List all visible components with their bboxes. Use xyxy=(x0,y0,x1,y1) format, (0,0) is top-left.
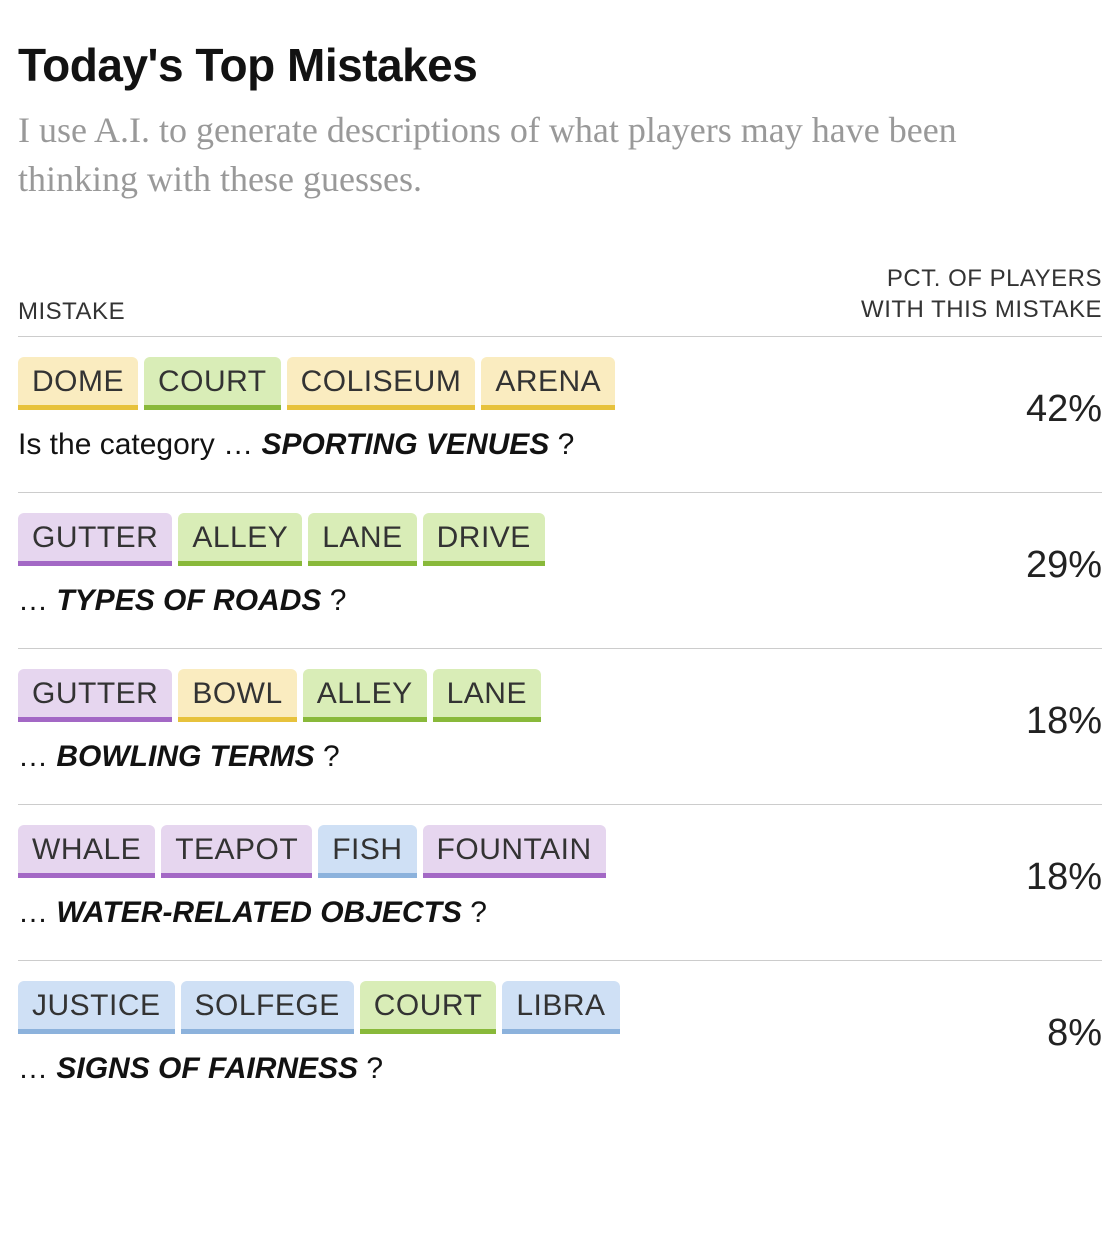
tile-group: GUTTERBOWLALLEYLANE xyxy=(18,669,1006,722)
intro-text: I use A.I. to generate descriptions of w… xyxy=(18,106,1078,203)
pct-value: 42% xyxy=(1006,388,1102,431)
guess-line: … TYPES OF ROADS ? xyxy=(18,584,1006,618)
guess-prefix: … xyxy=(18,740,56,773)
word-tile: JUSTICE xyxy=(18,981,175,1034)
word-tile: DOME xyxy=(18,357,138,410)
guess-category: BOWLING TERMS xyxy=(56,740,314,773)
guess-suffix: ? xyxy=(462,896,487,929)
tile-group: GUTTERALLEYLANEDRIVE xyxy=(18,513,1006,566)
pct-value: 8% xyxy=(1027,1012,1102,1055)
word-tile: COURT xyxy=(144,357,281,410)
word-tile: GUTTER xyxy=(18,513,172,566)
word-tile: SOLFEGE xyxy=(181,981,354,1034)
guess-suffix: ? xyxy=(358,1052,383,1085)
guess-suffix: ? xyxy=(321,584,346,617)
word-tile: ALLEY xyxy=(178,513,302,566)
guess-category: TYPES OF ROADS xyxy=(56,584,321,617)
table-header: MISTAKE PCT. OF PLAYERS WITH THIS MISTAK… xyxy=(18,263,1102,336)
header-pct-line2: WITH THIS MISTAKE xyxy=(861,294,1102,325)
mistake-left: JUSTICESOLFEGECOURTLIBRA … SIGNS OF FAIRN… xyxy=(18,981,1027,1086)
pct-value: 18% xyxy=(1006,700,1102,743)
word-tile: FOUNTAIN xyxy=(423,825,606,878)
word-tile: BOWL xyxy=(178,669,296,722)
guess-prefix: … xyxy=(18,896,56,929)
mistake-row: JUSTICESOLFEGECOURTLIBRA … SIGNS OF FAIRN… xyxy=(18,961,1102,1116)
mistake-row: GUTTERBOWLALLEYLANE… BOWLING TERMS ?18% xyxy=(18,649,1102,805)
pct-value: 29% xyxy=(1006,544,1102,587)
mistake-row: WHALETEAPOTFISHFOUNTAIN … WATER-RELATED O… xyxy=(18,805,1102,961)
header-pct-line1: PCT. OF PLAYERS xyxy=(861,263,1102,294)
word-tile: FISH xyxy=(318,825,416,878)
header-mistake: MISTAKE xyxy=(18,298,125,326)
pct-value: 18% xyxy=(1006,856,1102,899)
page-title: Today's Top Mistakes xyxy=(18,38,1102,92)
word-tile: ARENA xyxy=(481,357,615,410)
word-tile: LIBRA xyxy=(502,981,619,1034)
mistake-row: GUTTERALLEYLANEDRIVE… TYPES OF ROADS ?29… xyxy=(18,493,1102,649)
word-tile: COURT xyxy=(360,981,497,1034)
guess-suffix: ? xyxy=(549,428,574,461)
word-tile: DRIVE xyxy=(423,513,545,566)
guess-prefix: Is the category … xyxy=(18,428,261,461)
word-tile: GUTTER xyxy=(18,669,172,722)
tile-group: DOMECOURTCOLISEUMARENA xyxy=(18,357,1006,410)
guess-category: SPORTING VENUES xyxy=(261,428,549,461)
word-tile: ALLEY xyxy=(303,669,427,722)
guess-suffix: ? xyxy=(315,740,340,773)
guess-category: SIGNS OF FAIRNESS xyxy=(56,1052,358,1085)
guess-line: … SIGNS OF FAIRNESS ? xyxy=(18,1052,1027,1086)
word-tile: COLISEUM xyxy=(287,357,476,410)
mistake-left: GUTTERALLEYLANEDRIVE … TYPES OF ROADS ? xyxy=(18,513,1006,618)
mistake-left: DOMECOURTCOLISEUMARENA Is the category … … xyxy=(18,357,1006,462)
word-tile: WHALE xyxy=(18,825,155,878)
guess-category: WATER-RELATED OBJECTS xyxy=(56,896,462,929)
mistake-rows: DOMECOURTCOLISEUMARENAIs the category … … xyxy=(18,337,1102,1116)
mistake-left: GUTTERBOWLALLEYLANE … BOWLING TERMS ? xyxy=(18,669,1006,774)
word-tile: LANE xyxy=(433,669,541,722)
word-tile: TEAPOT xyxy=(161,825,312,878)
guess-prefix: … xyxy=(18,1052,56,1085)
header-pct: PCT. OF PLAYERS WITH THIS MISTAKE xyxy=(861,263,1102,325)
tile-group: WHALETEAPOTFISHFOUNTAIN xyxy=(18,825,1006,878)
guess-prefix: … xyxy=(18,584,56,617)
tile-group: JUSTICESOLFEGECOURTLIBRA xyxy=(18,981,1027,1034)
word-tile: LANE xyxy=(308,513,416,566)
mistake-row: DOMECOURTCOLISEUMARENA Is the category … … xyxy=(18,337,1102,493)
guess-line: Is the category … SPORTING VENUES ? xyxy=(18,428,1006,462)
guess-line: … WATER-RELATED OBJECTS ? xyxy=(18,896,1006,930)
guess-line: … BOWLING TERMS ? xyxy=(18,740,1006,774)
mistake-left: WHALETEAPOTFISHFOUNTAIN … WATER-RELATED O… xyxy=(18,825,1006,930)
